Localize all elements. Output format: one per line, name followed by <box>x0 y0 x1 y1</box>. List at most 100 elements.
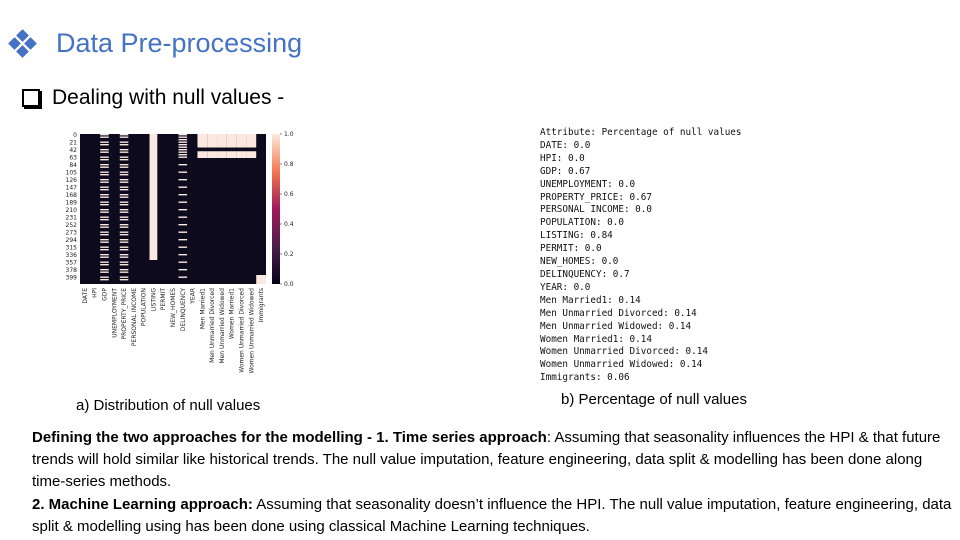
null-list-item: PERMIT: 0.0 <box>540 243 602 255</box>
heatmap-cell-missing <box>100 186 109 188</box>
heatmap-cell-missing <box>100 211 109 213</box>
heatmap-cell-missing <box>119 189 129 191</box>
heatmap-row-tick: 0 <box>73 132 77 139</box>
caption-percentage: b) Percentage of null values <box>561 391 747 408</box>
heatmap-cell-missing <box>178 149 188 151</box>
heatmap-cell-missing <box>100 276 109 278</box>
heatmap-cell-missing <box>119 186 129 188</box>
heatmap-cell-missing <box>119 159 129 161</box>
heatmap-cell-missing <box>119 216 129 218</box>
colorbar-tick: 0.6 <box>284 191 294 198</box>
colorbar-tick: 0.8 <box>284 161 294 168</box>
paragraph-time-series: Defining the two approaches for the mode… <box>32 427 957 493</box>
heatmap-cell-missing <box>100 179 109 181</box>
null-list-item: Men Unmarried Divorced: 0.14 <box>540 307 697 319</box>
heatmap-cell-missing <box>178 231 188 233</box>
heatmap-cell-missing <box>119 226 129 228</box>
heatmap-cell-missing <box>119 174 129 176</box>
heatmap-column-label: Men Married1 <box>199 288 206 329</box>
heatmap-cell-missing <box>100 166 109 168</box>
null-list-item: Women Unmarried Widowed: 0.14 <box>540 359 703 371</box>
heatmap-cell-missing <box>119 209 129 211</box>
heatmap-cell-missing <box>119 264 129 266</box>
heatmap-cell-missing <box>119 144 129 146</box>
null-list-item: DELINQUENCY: 0.7 <box>540 268 630 280</box>
heatmap-cell-missing <box>178 194 188 196</box>
heatmap-cell-missing <box>119 219 129 221</box>
heatmap-column-label: NEW_HOMES <box>170 288 177 327</box>
null-list-item: PERSONAL INCOME: 0.0 <box>540 204 652 216</box>
heatmap-cell-missing <box>119 164 129 166</box>
heatmap-cell-missing <box>178 269 188 271</box>
heatmap-cell-missing <box>100 156 109 158</box>
heatmap-row-tick: 105 <box>66 170 78 177</box>
heatmap-cell-missing <box>119 141 129 143</box>
heatmap-cell-missing <box>119 204 129 206</box>
null-list-item: Men Unmarried Widowed: 0.14 <box>540 320 692 332</box>
heatmap-column-label: POPULATION <box>141 288 148 326</box>
heatmap-cell-missing <box>100 171 109 173</box>
heatmap-cell-missing <box>178 216 188 218</box>
heatmap-row-tick: 63 <box>69 155 77 162</box>
null-list-item: Women Married1: 0.14 <box>540 333 652 345</box>
heatmap-cell-missing <box>178 164 188 166</box>
heatmap-cell-missing <box>217 134 227 148</box>
null-list-item: YEAR: 0.0 <box>540 281 591 293</box>
heatmap-row-tick: 273 <box>66 230 78 237</box>
heatmap-row-tick: 126 <box>66 177 78 184</box>
heatmap-cell-missing <box>119 151 129 153</box>
heatmap-cell-missing <box>178 261 188 263</box>
heatmap-cell-missing <box>100 204 109 206</box>
heatmap-cell-missing <box>178 246 188 248</box>
heatmap-cell-missing <box>100 181 109 183</box>
heatmap-cell-missing <box>100 239 109 241</box>
heatmap-cell-missing <box>100 264 109 266</box>
heatmap-column-label: DATE <box>82 288 89 304</box>
heatmap-row-tick: 168 <box>66 192 78 199</box>
heatmap-cell-missing <box>119 246 129 248</box>
heatmap-row-tick: 294 <box>66 237 78 244</box>
heatmap-column-label: PERMIT <box>160 288 167 311</box>
heatmap-cell-missing <box>100 196 109 198</box>
heatmap-column-label: Men Unmarried Divorced <box>209 288 216 363</box>
heatmap-column-label: HPI <box>92 288 99 298</box>
heatmap-cell-missing <box>178 156 188 158</box>
null-list-item: HPI: 0.0 <box>540 152 585 164</box>
heatmap-row-tick: 357 <box>66 260 78 267</box>
heatmap-cell-missing <box>217 151 227 158</box>
heatmap-cell-missing <box>100 269 109 271</box>
heatmap-cell-missing <box>207 151 218 158</box>
heatmap-column-label: Women Unmarried Widowed <box>248 288 255 374</box>
heatmap-cell-missing <box>207 134 218 148</box>
heatmap-cell-missing <box>119 276 129 278</box>
null-list-header: Attribute: Percentage of null values <box>540 127 742 138</box>
null-list-item: Women Unmarried Divorced: 0.14 <box>540 346 708 358</box>
subtitle-row: Dealing with null values - <box>22 86 284 110</box>
heatmap-cell-missing <box>119 239 129 241</box>
checkbox-bullet-icon <box>22 89 40 107</box>
heatmap-row-tick: 252 <box>66 222 78 229</box>
heatmap-cell-missing <box>149 134 158 260</box>
heatmap-cell-missing <box>100 231 109 233</box>
heatmap-cell-missing <box>178 209 188 211</box>
heatmap-cell-missing <box>119 234 129 236</box>
heatmap-row-tick: 399 <box>66 275 78 282</box>
heatmap-row-tick: 84 <box>69 162 77 169</box>
heatmap-cell-missing <box>119 241 129 243</box>
null-list-item: GDP: 0.67 <box>540 165 591 177</box>
null-list-item: LISTING: 0.84 <box>540 230 613 242</box>
heatmap-cell-missing <box>119 211 129 213</box>
heatmap-cell-missing <box>100 134 109 136</box>
null-list-item: DATE: 0.0 <box>540 139 591 151</box>
heatmap-cell-missing <box>100 279 109 281</box>
paragraph-ml: 2. Machine Learning approach: Assuming t… <box>32 494 957 538</box>
heatmap-cell-missing <box>100 144 109 146</box>
caption-distribution: a) Distribution of null values <box>76 397 261 414</box>
heatmap-cell-missing <box>100 226 109 228</box>
title-row: Data Pre-processing <box>8 28 302 59</box>
heatmap-cell-missing <box>178 134 188 136</box>
heatmap-cell-missing <box>178 139 188 141</box>
heatmap-cell-missing <box>178 146 188 148</box>
heatmap-cell-missing <box>100 136 109 138</box>
heatmap-column-label: Women Married1 <box>229 288 236 339</box>
